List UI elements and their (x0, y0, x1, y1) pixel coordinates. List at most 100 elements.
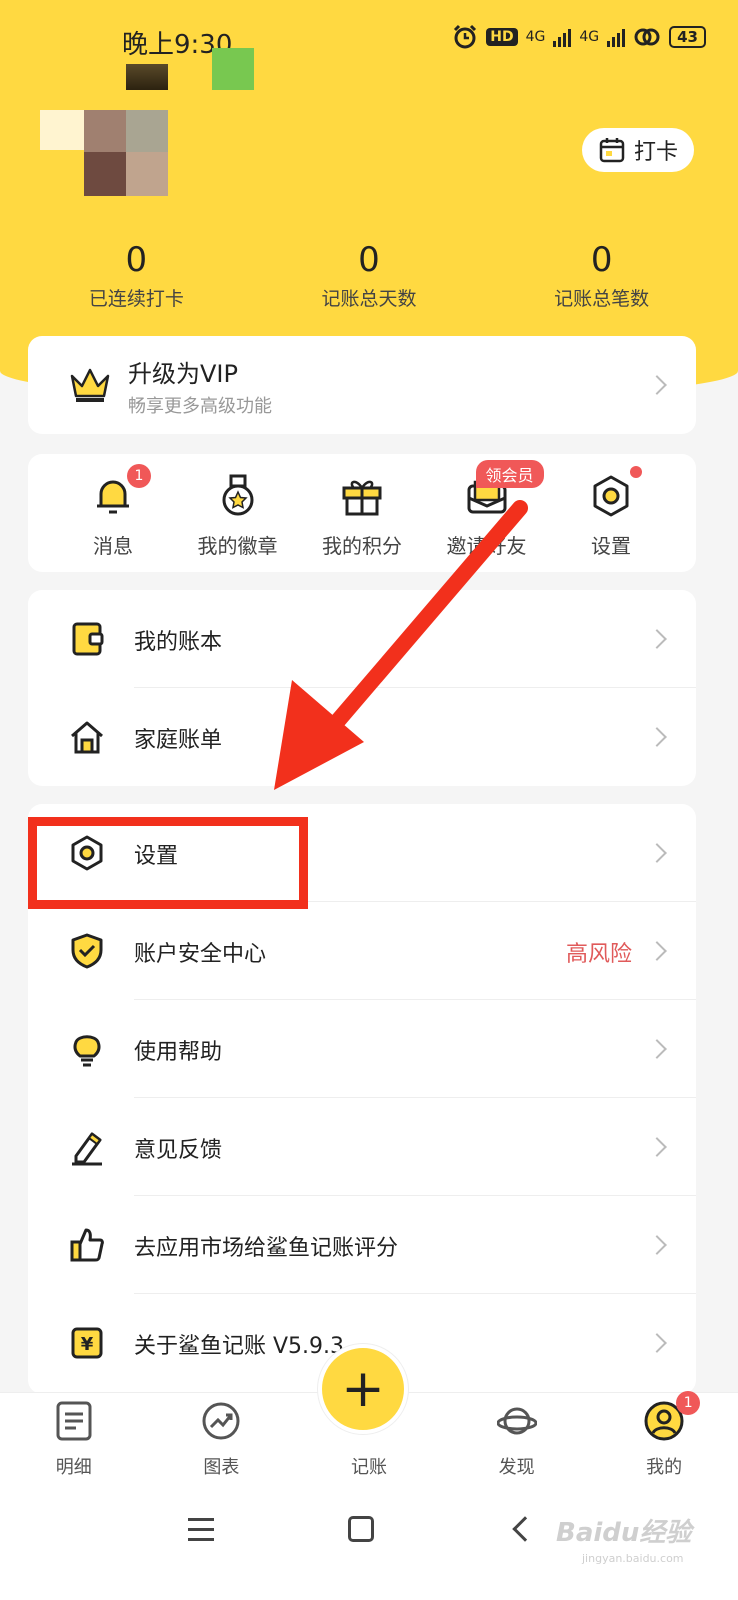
stat-streak: 0 已连续打卡 (36, 240, 236, 311)
add-record-button[interactable]: + (318, 1344, 408, 1434)
vip-title: 升级为VIP (128, 360, 238, 388)
menu-item-label: 关于鲨鱼记账 V5.9.3 (134, 1334, 345, 1359)
system-navigation-bar: Baidu经验 jingyan.baidu.com (0, 1492, 738, 1600)
yen-icon: ¥ (71, 1327, 103, 1359)
settings-notification-dot (630, 466, 642, 478)
quick-action-label: 设置 (591, 534, 631, 558)
tab-discover[interactable]: 发现 (467, 1393, 567, 1492)
menu-item-label: 使用帮助 (134, 1040, 223, 1065)
tab-details[interactable]: 明细 (24, 1393, 124, 1492)
menu-icon[interactable] (188, 1518, 214, 1548)
hd-badge: HD (486, 28, 518, 46)
message-badge: 1 (127, 464, 151, 488)
chart-icon-wrap (201, 1401, 241, 1441)
vip-reward-tag: 领会员 (475, 460, 544, 488)
stat-label: 已连续打卡 (88, 288, 184, 310)
hexagon-gear-icon (593, 475, 629, 517)
battery-icon: 43 (669, 26, 706, 48)
tab-label: 图表 (203, 1457, 240, 1478)
plus-icon: + (341, 1359, 385, 1419)
house-icon (71, 721, 103, 754)
chevron-right-icon (647, 727, 667, 747)
menu-item-help[interactable]: 使用帮助 (28, 1000, 696, 1098)
chevron-right-icon (647, 843, 667, 863)
link-icon (634, 28, 660, 46)
menu-item-family-bill[interactable]: 家庭账单 (28, 688, 696, 786)
document-icon-wrap (54, 1401, 94, 1441)
quick-action-label: 我的徽章 (197, 534, 278, 558)
document-icon (56, 1401, 92, 1441)
menu-item-my-ledger[interactable]: 我的账本 (28, 590, 696, 688)
menu-group-books: 我的账本 家庭账单 (28, 590, 696, 786)
stat-total-entries: 0 记账总笔数 (502, 240, 702, 311)
annotation-highlight-box (28, 817, 308, 909)
signal-icon-2 (607, 27, 626, 47)
stat-value: 0 (590, 240, 613, 280)
chevron-right-icon (647, 1235, 667, 1255)
ledger-icon (72, 622, 104, 656)
stat-label: 记账总笔数 (554, 288, 650, 310)
chevron-right-icon (647, 1333, 667, 1353)
blurred-app-icon (212, 48, 254, 90)
tab-label: 明细 (55, 1457, 92, 1478)
mine-badge: 1 (676, 1391, 701, 1415)
checkin-button[interactable]: 打卡 (582, 128, 694, 172)
menu-item-rate-app[interactable]: 去应用市场给鲨鱼记账评分 (28, 1196, 696, 1294)
chart-icon (202, 1402, 240, 1440)
alarm-icon (454, 24, 477, 49)
chevron-right-icon (647, 629, 667, 649)
tab-label: 记账 (350, 1457, 387, 1478)
tab-mine[interactable]: 1 我的 (614, 1391, 714, 1492)
menu-item-label: 我的账本 (134, 630, 223, 655)
chevron-right-icon (647, 1039, 667, 1059)
checkin-label: 打卡 (633, 140, 678, 165)
settings-icon-wrap (587, 472, 635, 520)
network-4g-label-1: 4G (525, 29, 546, 45)
quick-action-messages[interactable]: 1 消息 (58, 454, 168, 572)
menu-item-label: 账户安全中心 (134, 942, 267, 967)
stat-value: 0 (358, 240, 380, 280)
quick-action-label: 我的积分 (322, 534, 402, 558)
menu-item-feedback[interactable]: 意见反馈 (28, 1098, 696, 1196)
tab-charts[interactable]: 图表 (171, 1393, 271, 1492)
back-icon[interactable] (512, 1516, 538, 1542)
quick-action-label: 消息 (93, 534, 133, 558)
user-icon-wrap: 1 (644, 1391, 701, 1441)
chevron-right-icon (647, 941, 667, 961)
quick-actions-card: 1 消息 我的徽章 我的积分 领会员 邀请好友 设置 (28, 454, 696, 572)
shield-icon (71, 933, 103, 969)
stat-label: 记账总天数 (321, 288, 417, 310)
lightbulb-icon (73, 1035, 101, 1067)
pencil-icon (72, 1132, 102, 1166)
quick-action-badges[interactable]: 我的徽章 (183, 454, 293, 572)
medal-icon-wrap (214, 472, 262, 520)
network-4g-label-2: 4G (579, 29, 600, 45)
tab-label: 发现 (498, 1457, 535, 1478)
stats-row: 0 已连续打卡 0 记账总天数 0 记账总笔数 (0, 240, 738, 311)
vip-upgrade-card[interactable]: 升级为VIP 畅享更多高级功能 (28, 336, 696, 434)
avatar[interactable] (40, 110, 170, 196)
chevron-right-icon (647, 1137, 667, 1157)
quick-action-points[interactable]: 我的积分 (307, 454, 417, 572)
menu-item-security-center[interactable]: 账户安全中心 高风险 (28, 902, 696, 1000)
vip-subtitle: 畅享更多高级功能 (128, 396, 272, 417)
watermark-url: jingyan.baidu.com (582, 1552, 684, 1565)
quick-action-settings[interactable]: 设置 (556, 454, 666, 572)
svg-text:¥: ¥ (81, 1334, 94, 1355)
tab-label: 我的 (646, 1457, 683, 1478)
bell-icon-wrap: 1 (89, 464, 151, 520)
menu-item-label: 家庭账单 (134, 728, 223, 753)
stat-total-days: 0 记账总天数 (269, 240, 469, 311)
planet-icon (496, 1407, 538, 1435)
home-icon[interactable] (348, 1516, 374, 1542)
menu-item-label: 去应用市场给鲨鱼记账评分 (134, 1236, 399, 1261)
quick-action-label: 邀请好友 (446, 534, 527, 558)
blurred-notification-icon (126, 64, 168, 90)
menu-item-label: 意见反馈 (134, 1138, 223, 1163)
planet-icon-wrap (496, 1401, 538, 1441)
stat-value: 0 (125, 240, 148, 280)
medal-icon (222, 474, 253, 516)
signal-icon (553, 27, 572, 47)
quick-action-invite[interactable]: 领会员 邀请好友 (432, 454, 544, 572)
gift-icon-wrap (338, 472, 386, 520)
